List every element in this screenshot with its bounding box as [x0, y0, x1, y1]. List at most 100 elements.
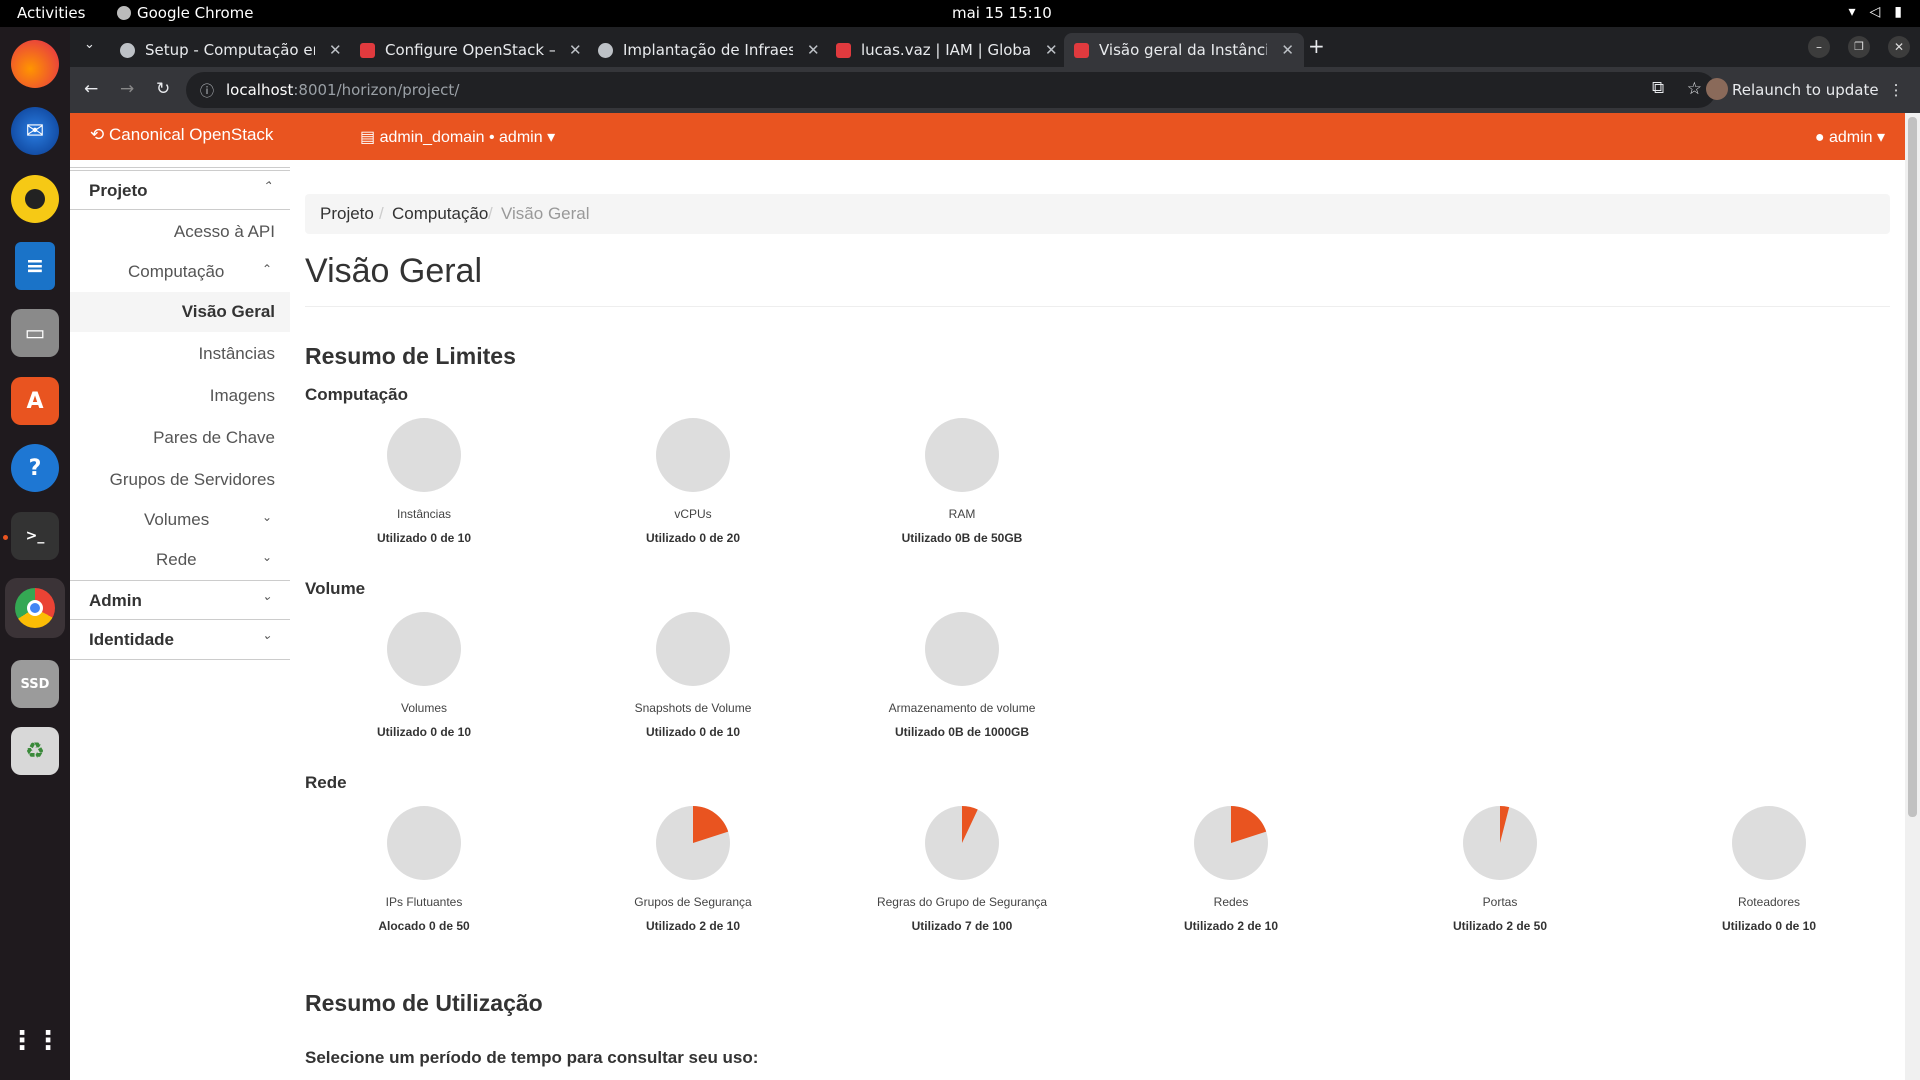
- back-icon[interactable]: ←: [84, 79, 98, 99]
- chevron-up-icon: ⌃: [261, 179, 272, 193]
- minimize-icon[interactable]: –: [1808, 36, 1830, 58]
- tab-2[interactable]: Configure OpenStack — ✕: [350, 33, 592, 67]
- brand-link[interactable]: ⟲ Canonical OpenStack: [90, 125, 273, 145]
- page-scrollbar[interactable]: [1905, 113, 1920, 1080]
- recycle-icon[interactable]: ♻: [11, 727, 59, 775]
- pie-label: Portas: [1482, 895, 1518, 909]
- pie-background: [387, 612, 461, 686]
- maximize-icon[interactable]: ❐: [1848, 36, 1870, 58]
- files-icon[interactable]: ▭: [11, 309, 59, 357]
- url-host: localhost: [226, 81, 294, 99]
- bookmark-star-icon[interactable]: ☆: [1687, 79, 1702, 99]
- user-menu[interactable]: ● admin ▾: [1815, 127, 1885, 147]
- pie-chart: [1463, 806, 1537, 880]
- relaunch-label: Relaunch to update: [1732, 81, 1879, 99]
- breadcrumb-projeto[interactable]: Projeto: [320, 204, 374, 224]
- sidebar-item-computacao[interactable]: Computação ⌃: [128, 262, 290, 282]
- chevron-down-icon: ⌄: [261, 550, 272, 564]
- openstack-logo-icon: ⟲: [90, 125, 105, 144]
- chrome-icon[interactable]: [5, 578, 65, 638]
- relaunch-button[interactable]: Relaunch to update ⋮: [1732, 74, 1904, 106]
- menu-dots-icon[interactable]: ⋮: [1889, 81, 1904, 99]
- sidebar-item-acesso-api[interactable]: Acesso à API: [174, 222, 275, 242]
- sidebar-section-identidade[interactable]: Identidade ⌄: [70, 620, 290, 660]
- sidebar-item-label: Computação: [128, 262, 225, 281]
- battery-icon: ▮: [1894, 4, 1902, 20]
- help-icon[interactable]: ?: [11, 444, 59, 492]
- tab-3[interactable]: Implantação de Infraestr ✕: [588, 33, 830, 67]
- tab-1[interactable]: Setup - Computação em ✕: [110, 33, 352, 67]
- pie-chart: [925, 418, 999, 492]
- site-info-icon[interactable]: ⓘ: [200, 81, 214, 101]
- pie-chart: [656, 806, 730, 880]
- sidebar-item-rede[interactable]: Rede ⌄: [156, 550, 290, 570]
- close-window-icon[interactable]: ✕: [1888, 36, 1910, 58]
- wifi-icon: ▾: [1848, 4, 1856, 20]
- sidebar-item-pares-chave[interactable]: Pares de Chave: [153, 428, 275, 448]
- tab-4[interactable]: lucas.vaz | IAM | Global ✕: [826, 33, 1068, 67]
- caret-down-icon: ▾: [547, 129, 556, 146]
- tab-3-label: Implantação de Infraestr: [623, 41, 793, 59]
- tab-2-label: Configure OpenStack —: [385, 41, 555, 59]
- app-center-icon[interactable]: A: [11, 377, 59, 425]
- pie-chart: [656, 418, 730, 492]
- breadcrumb-separator: /: [488, 204, 493, 223]
- caret-down-icon: ▾: [1876, 129, 1885, 146]
- writer-icon[interactable]: ≡: [15, 242, 55, 290]
- sidebar-item-imagens[interactable]: Imagens: [210, 386, 275, 406]
- pie-label: Grupos de Segurança: [634, 895, 752, 909]
- forward-icon[interactable]: →: [120, 79, 134, 99]
- close-icon[interactable]: ✕: [569, 41, 582, 59]
- tab-5-label: Visão geral da Instância: [1099, 41, 1268, 59]
- tab-search-icon[interactable]: ⌄: [84, 37, 95, 52]
- scrollbar-thumb[interactable]: [1908, 117, 1917, 817]
- close-icon[interactable]: ✕: [329, 41, 342, 59]
- sidebar-section-label: Admin: [89, 591, 142, 610]
- new-tab-icon[interactable]: +: [1308, 34, 1325, 58]
- close-icon[interactable]: ✕: [1281, 41, 1294, 59]
- ssd-icon[interactable]: SSD: [11, 660, 59, 708]
- sidebar-item-volumes[interactable]: Volumes ⌄: [144, 510, 290, 530]
- tab-5-favicon: [1074, 42, 1089, 58]
- system-tray[interactable]: ▾ ◁ ▮: [1848, 4, 1902, 20]
- address-bar[interactable]: ⓘ localhost:8001/horizon/project/ ☆: [186, 72, 1716, 108]
- tab-5[interactable]: Visão geral da Instância ✕: [1064, 33, 1304, 67]
- breadcrumb-computacao[interactable]: Computação: [392, 204, 488, 224]
- pie-chart: [925, 612, 999, 686]
- url-path: :8001/horizon/project/: [293, 81, 460, 99]
- tab-2-favicon: [360, 42, 375, 58]
- sidebar-section-admin[interactable]: Admin ⌄: [70, 580, 290, 620]
- activities-button[interactable]: Activities: [17, 4, 85, 22]
- thunderbird-icon[interactable]: ✉: [11, 107, 59, 155]
- show-apps-icon[interactable]: ⋮⋮: [9, 1017, 61, 1065]
- rhythmbox-icon[interactable]: [11, 175, 59, 223]
- terminal-icon[interactable]: >_: [11, 512, 59, 560]
- sidebar-item-visao-geral-active[interactable]: Visão Geral: [70, 292, 290, 332]
- close-icon[interactable]: ✕: [1045, 41, 1058, 59]
- sidebar-item-grupos-servidores[interactable]: Grupos de Servidores: [110, 470, 275, 490]
- horizon-header: ⟲ Canonical OpenStack ▤ admin_domain • a…: [70, 113, 1905, 160]
- project-selector[interactable]: ▤ admin_domain • admin ▾: [360, 127, 555, 147]
- clock[interactable]: mai 15 15:10: [952, 4, 1052, 22]
- close-icon[interactable]: ✕: [807, 41, 820, 59]
- period-prompt: Selecione um período de tempo para consu…: [305, 1048, 759, 1067]
- project-icon: ▤: [360, 129, 376, 146]
- extensions-icon[interactable]: ⧉: [1652, 78, 1664, 98]
- tab-1-favicon: [120, 42, 135, 58]
- pie-label: IPs Flutuantes: [385, 895, 463, 909]
- pie-background: [925, 418, 999, 492]
- pie-background: [387, 418, 461, 492]
- app-menu[interactable]: Google Chrome: [117, 4, 254, 22]
- project-selector-label: admin_domain • admin: [379, 129, 543, 146]
- profile-avatar[interactable]: [1706, 78, 1728, 100]
- reload-icon[interactable]: ↻: [156, 79, 170, 99]
- firefox-icon[interactable]: [11, 40, 59, 88]
- pie-chart: [925, 806, 999, 880]
- url-text[interactable]: localhost:8001/horizon/project/: [226, 81, 459, 99]
- chevron-down-icon: ⌄: [261, 510, 272, 524]
- pie-background: [387, 806, 461, 880]
- tab-1-label: Setup - Computação em: [145, 41, 315, 59]
- sidebar-item-instancias[interactable]: Instâncias: [198, 344, 275, 364]
- pie-chart: [656, 612, 730, 686]
- sidebar-section-projeto[interactable]: Projeto ⌃: [70, 170, 290, 210]
